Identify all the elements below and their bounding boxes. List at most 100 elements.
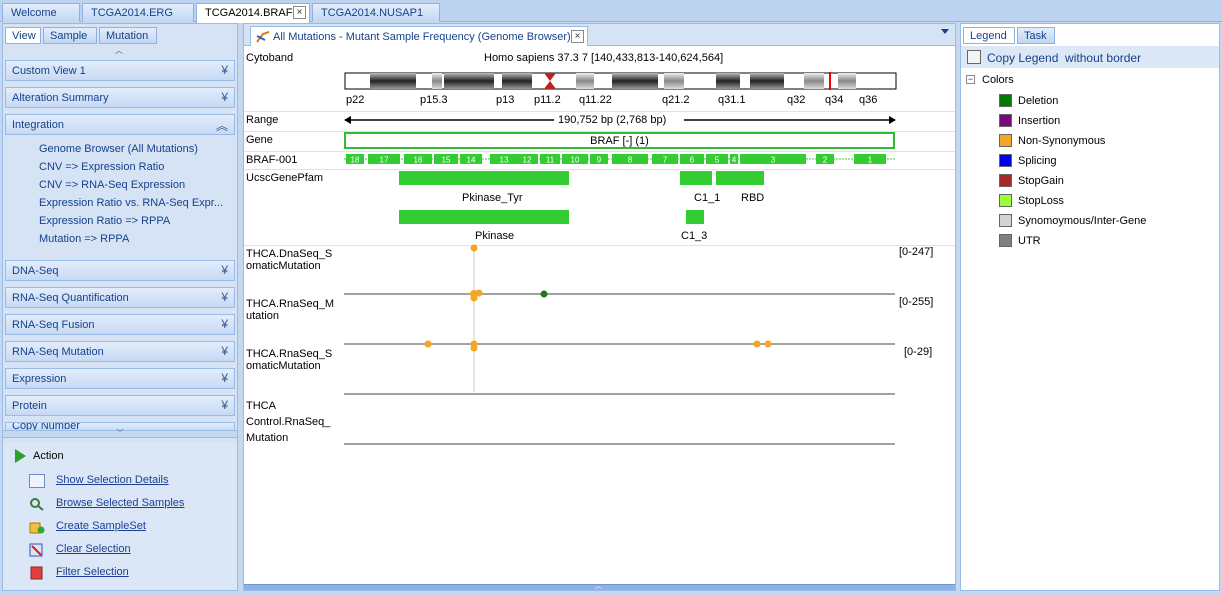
tab-legend[interactable]: Legend xyxy=(963,27,1015,44)
exon-label: 18 xyxy=(351,156,360,165)
collapse-up-icon[interactable]: ︿ xyxy=(115,45,123,56)
group-integration[interactable]: Integration ︽ xyxy=(5,114,235,135)
group-protein[interactable]: Protein ¥ xyxy=(5,395,235,416)
chromosome-ideogram[interactable] xyxy=(344,72,898,92)
copy-legend-button[interactable]: Copy Legend without border xyxy=(961,46,1219,68)
track-label-line: THCA.RnaSeq_M xyxy=(246,298,335,310)
group-rnaseq-fusion[interactable]: RNA-Seq Fusion ¥ xyxy=(5,314,235,335)
create-set-icon xyxy=(29,520,45,534)
show-selection-details-link[interactable]: Show Selection Details xyxy=(56,474,169,486)
clear-selection-link[interactable]: Clear Selection xyxy=(56,543,131,555)
close-icon[interactable]: × xyxy=(571,30,584,43)
clear-icon xyxy=(29,543,45,557)
browser-tab-bar: All Mutations - Mutant Sample Frequency … xyxy=(244,24,955,46)
group-copy-label: Copy Number xyxy=(12,422,80,430)
row-divider xyxy=(244,111,955,112)
legend-label: Insertion xyxy=(1018,115,1061,127)
horizontal-splitter[interactable]: ︿ xyxy=(244,583,955,590)
group-expression-label: Expression xyxy=(12,373,67,385)
band-label: q32 xyxy=(787,94,806,106)
legend-swatch-nonsynonymous xyxy=(999,134,1012,147)
group-custom-view-label: Custom View 1 xyxy=(12,65,86,77)
tab-legend-label: Legend xyxy=(970,30,1007,42)
band-label: q11.22 xyxy=(579,94,612,106)
integration-item[interactable]: Mutation => RPPA xyxy=(39,233,129,245)
mutation-point xyxy=(475,289,483,297)
play-icon xyxy=(15,449,26,463)
transcript-label: BRAF-001 xyxy=(246,154,298,166)
domain-label: Pkinase_Tyr xyxy=(462,192,523,204)
transcript-exons[interactable]: 18 17 16 15 14 13 12 11 10 9 8 7 6 5 4 3 2 1 xyxy=(344,153,898,165)
chevron-down-icon: ¥ xyxy=(221,290,228,304)
legend-label: Splicing xyxy=(1018,155,1057,167)
chevron-up-icon: ︽ xyxy=(215,119,228,133)
tab-task[interactable]: Task xyxy=(1017,27,1055,44)
domain-label: C1_3 xyxy=(681,230,708,242)
dropdown-arrow-icon[interactable] xyxy=(941,29,949,34)
group-dna-seq[interactable]: DNA-Seq ¥ xyxy=(5,260,235,281)
exon-label: 9 xyxy=(597,156,602,165)
exon-label: 15 xyxy=(442,156,451,165)
chevron-down-icon: ¥ xyxy=(221,317,228,331)
mutation-point xyxy=(540,290,548,298)
tab-tcga2014-erg[interactable]: TCGA2014.ERG xyxy=(82,3,194,22)
tab-tcga2014-braf[interactable]: TCGA2014.BRAF × xyxy=(196,3,310,23)
row-divider xyxy=(244,151,955,152)
close-icon[interactable]: × xyxy=(293,6,306,19)
group-rnaseq-mutation[interactable]: RNA-Seq Mutation ¥ xyxy=(5,341,235,362)
integration-item[interactable]: Expression Ratio vs. RNA-Seq Expr... xyxy=(39,197,223,209)
copy-icon xyxy=(967,50,981,64)
browse-selected-samples-link[interactable]: Browse Selected Samples xyxy=(56,497,184,509)
group-integration-label: Integration xyxy=(12,119,64,131)
tab-all-mutations[interactable]: All Mutations - Mutant Sample Frequency … xyxy=(250,26,588,46)
legend-label: Synomoymous/Inter-Gene xyxy=(1018,215,1147,227)
tab-welcome[interactable]: Welcome xyxy=(2,3,80,22)
mutation-point xyxy=(470,344,478,352)
exon-label: 7 xyxy=(663,156,668,165)
domain-pkinase-tyr xyxy=(399,171,569,185)
tab-mutation[interactable]: Mutation xyxy=(99,27,157,44)
domain-rbd xyxy=(716,171,764,185)
gene-feature-braf[interactable]: BRAF [-] (1) xyxy=(344,132,895,149)
chevron-up-icon: ︿ xyxy=(595,583,602,590)
tab-sample[interactable]: Sample xyxy=(43,27,97,44)
mutation-tracks-plot[interactable] xyxy=(344,242,898,447)
group-custom-view[interactable]: Custom View 1 ¥ xyxy=(5,60,235,81)
exon-label: 6 xyxy=(690,156,695,165)
track-label-line: omaticMutation xyxy=(246,260,321,272)
tab-nusap1-label: TCGA2014.NUSAP1 xyxy=(321,7,424,19)
tab-view[interactable]: View xyxy=(5,27,41,44)
range-label: Range xyxy=(246,114,279,126)
legend-label: UTR xyxy=(1018,235,1041,247)
chevron-down-icon: ¥ xyxy=(221,398,228,412)
splitter-handle[interactable]: ﹀ xyxy=(3,430,237,438)
filter-selection-link[interactable]: Filter Selection xyxy=(56,566,129,578)
chevron-down-icon: ¥ xyxy=(221,371,228,385)
integration-item[interactable]: Expression Ratio => RPPA xyxy=(39,215,170,227)
tab-view-label: View xyxy=(12,30,36,42)
integration-item[interactable]: Genome Browser (All Mutations) xyxy=(39,143,198,155)
group-expression[interactable]: Expression ¥ xyxy=(5,368,235,389)
legend-label: StopGain xyxy=(1018,175,1064,187)
integration-item[interactable]: CNV => RNA-Seq Expression xyxy=(39,179,185,191)
document-tab-bar: Welcome TCGA2014.ERG TCGA2014.BRAF × TCG… xyxy=(0,0,1222,23)
tab-sample-label: Sample xyxy=(50,30,88,42)
group-rnaseq-fusion-label: RNA-Seq Fusion xyxy=(12,319,95,331)
domain-pkinase xyxy=(399,210,569,224)
track-label-line: THCA.DnaSeq_S xyxy=(246,248,333,260)
exon-label: 11 xyxy=(546,156,555,165)
tab-braf-label: TCGA2014.BRAF xyxy=(205,7,293,19)
group-rnaseq-quantification[interactable]: RNA-Seq Quantification ¥ xyxy=(5,287,235,308)
action-title: Action xyxy=(33,450,64,462)
exon-label: 10 xyxy=(571,156,580,165)
left-panel: View Sample Mutation ︿ Custom View 1 ¥ Al… xyxy=(2,23,238,591)
collapse-tree-icon[interactable]: − xyxy=(966,75,975,84)
group-copy-number-partial[interactable]: Copy Number xyxy=(5,422,235,430)
integration-item[interactable]: CNV => Expression Ratio xyxy=(39,161,164,173)
cytoband-label: Cytoband xyxy=(246,52,294,64)
chevron-down-icon: ¥ xyxy=(221,344,228,358)
group-alteration-summary[interactable]: Alteration Summary ¥ xyxy=(5,87,235,108)
tab-task-label: Task xyxy=(1024,30,1047,42)
create-sampleset-link[interactable]: Create SampleSet xyxy=(56,520,146,532)
tab-tcga2014-nusap1[interactable]: TCGA2014.NUSAP1 xyxy=(312,3,440,22)
